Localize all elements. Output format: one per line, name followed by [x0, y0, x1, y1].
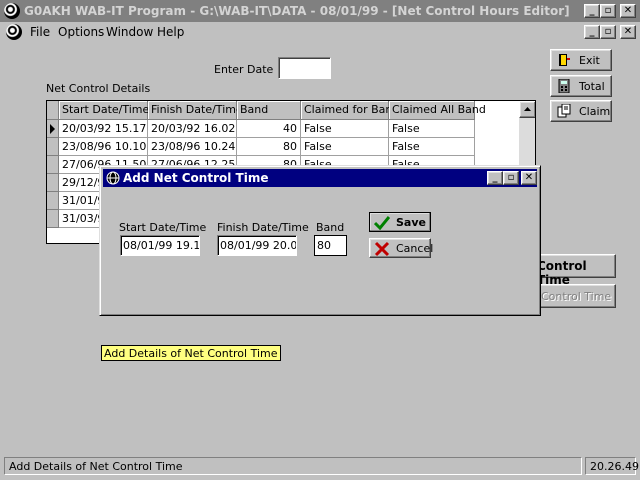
band-label: Band — [316, 221, 345, 234]
close-icon[interactable]: ✕ — [620, 4, 636, 18]
column-header-claimed-all-band[interactable]: Claimed All Band — [389, 101, 486, 120]
table-cell[interactable]: 80 — [237, 138, 301, 156]
table-cell[interactable]: False — [389, 138, 475, 156]
window-title: G0AKH WAB-IT Program - G:\WAB-IT\DATA - … — [24, 4, 570, 18]
table-cell[interactable]: False — [301, 138, 389, 156]
net-control-details-label: Net Control Details — [46, 82, 151, 95]
total-button[interactable]: Total — [550, 75, 612, 97]
grid-corner — [47, 101, 59, 120]
table-cell[interactable]: 23/08/96 10.10 — [59, 138, 148, 156]
tooltip: Add Details of Net Control Time — [101, 345, 281, 361]
cancel-button[interactable]: Cancel — [369, 238, 434, 258]
calculator-icon — [558, 79, 570, 93]
delete-control-time-label: Control Time — [541, 290, 612, 303]
exit-door-icon — [559, 54, 570, 66]
menu-file[interactable]: File — [30, 25, 50, 39]
table-cell[interactable]: 23/08/96 10.24 — [148, 138, 237, 156]
minimize-icon[interactable]: _ — [584, 4, 600, 18]
document-globe-icon[interactable] — [6, 24, 22, 40]
dialog-title-bar[interactable]: Add Net Control Time _ ▫ ✕ — [103, 169, 537, 187]
column-header-start[interactable]: Start Date/Time — [59, 101, 149, 120]
row-indicator[interactable] — [47, 174, 59, 192]
menu-help[interactable]: Help — [157, 25, 184, 39]
dialog-close-icon[interactable]: ✕ — [521, 171, 537, 185]
add-net-control-time-dialog[interactable]: Add Net Control Time _ ▫ ✕ Start Date/Ti… — [99, 165, 541, 316]
menu-window[interactable]: Window — [106, 25, 153, 39]
table-cell[interactable]: False — [389, 120, 475, 138]
dialog-minimize-icon[interactable]: _ — [487, 171, 503, 185]
dialog-title: Add Net Control Time — [123, 171, 269, 185]
red-x-icon — [374, 241, 390, 257]
start-datetime-label: Start Date/Time — [119, 221, 207, 234]
table-cell[interactable]: 40 — [237, 120, 301, 138]
finish-datetime-input[interactable]: 08/01/99 20.04 — [217, 235, 297, 256]
finish-datetime-label: Finish Date/Time — [217, 221, 309, 234]
documents-icon — [557, 104, 571, 118]
status-message: Add Details of Net Control Time — [4, 457, 582, 475]
save-button[interactable]: Save — [369, 212, 431, 232]
row-indicator[interactable] — [47, 138, 59, 156]
column-header-band[interactable]: Band — [237, 101, 301, 120]
claim-button[interactable]: Claim — [550, 100, 612, 122]
current-row-arrow-icon — [50, 124, 55, 134]
globe-icon — [106, 171, 120, 185]
enter-date-label: Enter Date — [214, 63, 274, 76]
band-input[interactable]: 80 — [314, 235, 347, 256]
row-indicator[interactable] — [47, 210, 59, 228]
scroll-up-arrow-icon — [524, 107, 531, 111]
claim-button-label: Claim — [579, 105, 611, 118]
row-indicator[interactable] — [47, 156, 59, 174]
status-clock: 20.26.49 — [585, 457, 639, 475]
dialog-maximize-icon[interactable]: ▫ — [503, 171, 519, 185]
start-datetime-input[interactable]: 08/01/99 19.12 — [120, 235, 200, 256]
save-button-label: Save — [396, 216, 426, 229]
globe-icon[interactable] — [4, 3, 20, 19]
add-control-time-label: Control Time — [537, 259, 587, 287]
app-title-bar[interactable]: G0AKH WAB-IT Program - G:\WAB-IT\DATA - … — [0, 0, 640, 22]
table-cell[interactable]: 20/03/92 15.17 — [59, 120, 148, 138]
row-indicator[interactable] — [47, 120, 59, 138]
table-cell[interactable]: 20/03/92 16.02 — [148, 120, 237, 138]
checkmark-icon — [374, 216, 390, 231]
scroll-up-button[interactable] — [519, 101, 535, 118]
total-button-label: Total — [579, 80, 605, 93]
column-header-claimed-for-band[interactable]: Claimed for Band — [301, 101, 399, 120]
cancel-button-label: Cancel — [396, 242, 434, 255]
child-minimize-icon[interactable]: _ — [584, 25, 600, 39]
child-restore-icon[interactable]: ▫ — [600, 25, 616, 39]
row-indicator[interactable] — [47, 192, 59, 210]
child-close-icon[interactable]: ✕ — [620, 25, 636, 39]
enter-date-input[interactable] — [278, 57, 331, 79]
menu-bar: File Options Window Help _ ▫ ✕ — [0, 22, 640, 42]
menu-options[interactable]: Options — [58, 25, 104, 39]
exit-button-label: Exit — [579, 54, 600, 67]
maximize-icon[interactable]: ▫ — [600, 4, 616, 18]
table-cell[interactable]: False — [301, 120, 389, 138]
column-header-finish[interactable]: Finish Date/Time — [148, 101, 243, 120]
exit-button[interactable]: Exit — [550, 49, 612, 71]
